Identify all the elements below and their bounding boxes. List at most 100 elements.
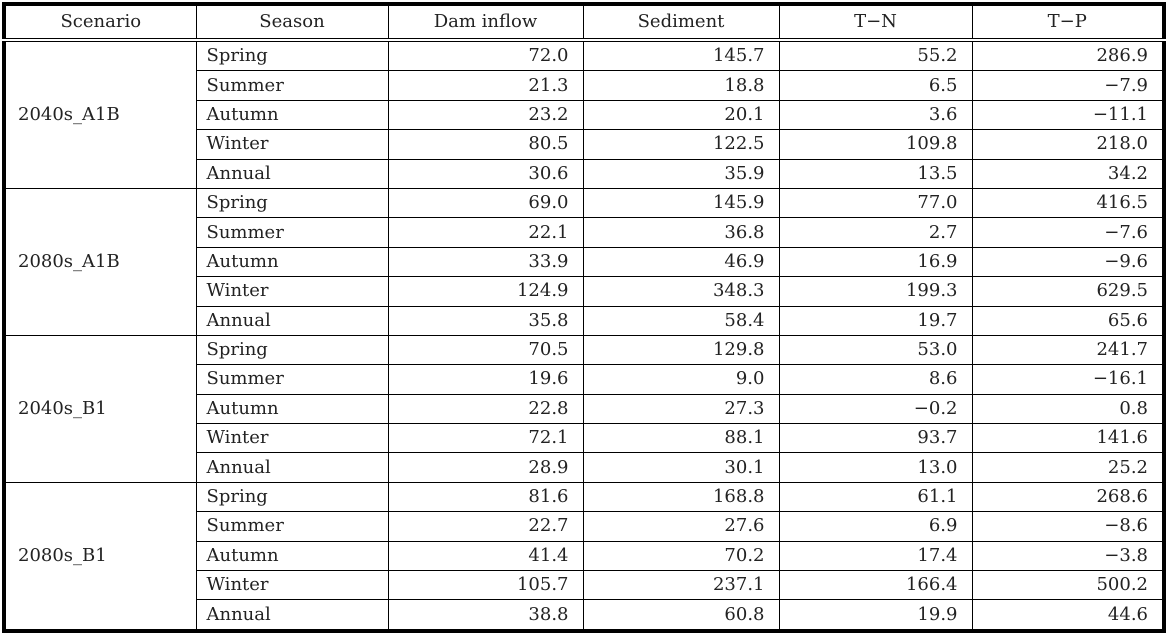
season-cell: Summer — [195, 70, 389, 101]
dam-inflow-cell: 22.1 — [387, 217, 584, 248]
tn-cell: 3.6 — [778, 99, 973, 131]
tp-cell: 65.6 — [971, 305, 1165, 336]
tn-cell: 53.0 — [778, 334, 973, 366]
sediment-cell: 30.1 — [582, 452, 780, 483]
season-cell: Summer — [195, 217, 389, 248]
header-scenario: Scenario — [3, 2, 197, 42]
tn-cell: 19.9 — [778, 599, 973, 632]
season-cell: Winter — [195, 570, 389, 601]
tp-cell: −7.6 — [971, 217, 1165, 248]
header-tn: T−N — [778, 2, 973, 42]
tp-cell: 218.0 — [971, 129, 1165, 160]
sediment-cell: 36.8 — [582, 217, 780, 248]
dam-inflow-cell: 35.8 — [387, 305, 584, 336]
tp-cell: 44.6 — [971, 599, 1165, 632]
sediment-cell: 122.5 — [582, 129, 780, 160]
season-cell: Spring — [195, 334, 389, 366]
season-cell: Annual — [195, 158, 389, 189]
table-row: 2040s_B1 Spring 70.5 129.8 53.0 241.7 — [3, 334, 1165, 483]
season-cell: Spring — [195, 481, 389, 513]
tn-cell: 61.1 — [778, 481, 973, 513]
tn-cell: 109.8 — [778, 129, 973, 160]
tn-cell: 77.0 — [778, 187, 973, 219]
dam-inflow-cell: 41.4 — [387, 540, 584, 572]
dam-inflow-cell: 28.9 — [387, 452, 584, 483]
tp-cell: −16.1 — [971, 364, 1165, 395]
season-cell: Autumn — [195, 393, 389, 425]
season-cell: Annual — [195, 452, 389, 483]
dam-inflow-cell: 22.8 — [387, 393, 584, 425]
scenario-cell: 2040s_B1 — [3, 334, 197, 483]
header-dam-inflow: Dam inflow — [387, 2, 584, 42]
tn-cell: −0.2 — [778, 393, 973, 425]
sediment-cell: 46.9 — [582, 246, 780, 278]
tn-cell: 6.9 — [778, 511, 973, 542]
season-cell: Winter — [195, 129, 389, 160]
tp-cell: −3.8 — [971, 540, 1165, 572]
tn-cell: 93.7 — [778, 423, 973, 454]
tn-cell: 17.4 — [778, 540, 973, 572]
season-cell: Annual — [195, 599, 389, 632]
scenario-cell: 2080s_A1B — [3, 187, 197, 336]
tn-cell: 199.3 — [778, 276, 973, 307]
tn-cell: 2.7 — [778, 217, 973, 248]
table-row: 2080s_A1B Spring 69.0 145.9 77.0 416.5 — [3, 187, 1165, 336]
sediment-cell: 9.0 — [582, 364, 780, 395]
tp-cell: 25.2 — [971, 452, 1165, 483]
season-cell: Autumn — [195, 540, 389, 572]
season-cell: Spring — [195, 187, 389, 219]
sediment-cell: 20.1 — [582, 99, 780, 131]
dam-inflow-cell: 30.6 — [387, 158, 584, 189]
tn-cell: 55.2 — [778, 39, 973, 72]
tn-cell: 19.7 — [778, 305, 973, 336]
sediment-cell: 18.8 — [582, 70, 780, 101]
header-sediment: Sediment — [582, 2, 780, 42]
tn-cell: 166.4 — [778, 570, 973, 601]
dam-inflow-cell: 124.9 — [387, 276, 584, 307]
dam-inflow-cell: 69.0 — [387, 187, 584, 219]
season-cell: Winter — [195, 423, 389, 454]
dam-inflow-cell: 72.0 — [387, 39, 584, 72]
dam-inflow-cell: 23.2 — [387, 99, 584, 131]
sediment-cell: 70.2 — [582, 540, 780, 572]
season-cell: Annual — [195, 305, 389, 336]
table-container: Scenario Season Dam inflow Sediment T−N … — [2, 2, 1166, 633]
tp-cell: 286.9 — [971, 39, 1165, 72]
header-row: Scenario Season Dam inflow Sediment T−N … — [3, 2, 1165, 42]
tp-cell: −7.9 — [971, 70, 1165, 101]
scenario-cell: 2040s_A1B — [3, 39, 197, 189]
tp-cell: 500.2 — [971, 570, 1165, 601]
sediment-cell: 237.1 — [582, 570, 780, 601]
sediment-cell: 27.3 — [582, 393, 780, 425]
sediment-cell: 88.1 — [582, 423, 780, 454]
sediment-cell: 27.6 — [582, 511, 780, 542]
tn-cell: 8.6 — [778, 364, 973, 395]
sediment-cell: 145.7 — [582, 39, 780, 72]
dam-inflow-cell: 72.1 — [387, 423, 584, 454]
table-body: 2040s_A1B Spring 72.0 145.7 55.2 286.9 Summer 2… — [3, 39, 1165, 632]
sediment-cell: 129.8 — [582, 334, 780, 366]
tp-cell: −8.6 — [971, 511, 1165, 542]
tp-cell: −9.6 — [971, 246, 1165, 278]
tp-cell: 268.6 — [971, 481, 1165, 513]
dam-inflow-cell: 80.5 — [387, 129, 584, 160]
tp-cell: 629.5 — [971, 276, 1165, 307]
dam-inflow-cell: 105.7 — [387, 570, 584, 601]
dam-inflow-cell: 70.5 — [387, 334, 584, 366]
tp-cell: 0.8 — [971, 393, 1165, 425]
sediment-cell: 168.8 — [582, 481, 780, 513]
header-season: Season — [195, 2, 389, 42]
dam-inflow-cell: 22.7 — [387, 511, 584, 542]
tn-cell: 6.5 — [778, 70, 973, 101]
season-cell: Spring — [195, 39, 389, 72]
dam-inflow-cell: 81.6 — [387, 481, 584, 513]
season-cell: Summer — [195, 364, 389, 395]
table-row: 2080s_B1 Spring 81.6 168.8 61.1 268.6 — [3, 481, 1165, 632]
season-cell: Autumn — [195, 246, 389, 278]
dam-inflow-cell: 19.6 — [387, 364, 584, 395]
sediment-cell: 145.9 — [582, 187, 780, 219]
tp-cell: −11.1 — [971, 99, 1165, 131]
dam-inflow-cell: 38.8 — [387, 599, 584, 632]
dam-inflow-cell: 21.3 — [387, 70, 584, 101]
sediment-cell: 60.8 — [582, 599, 780, 632]
